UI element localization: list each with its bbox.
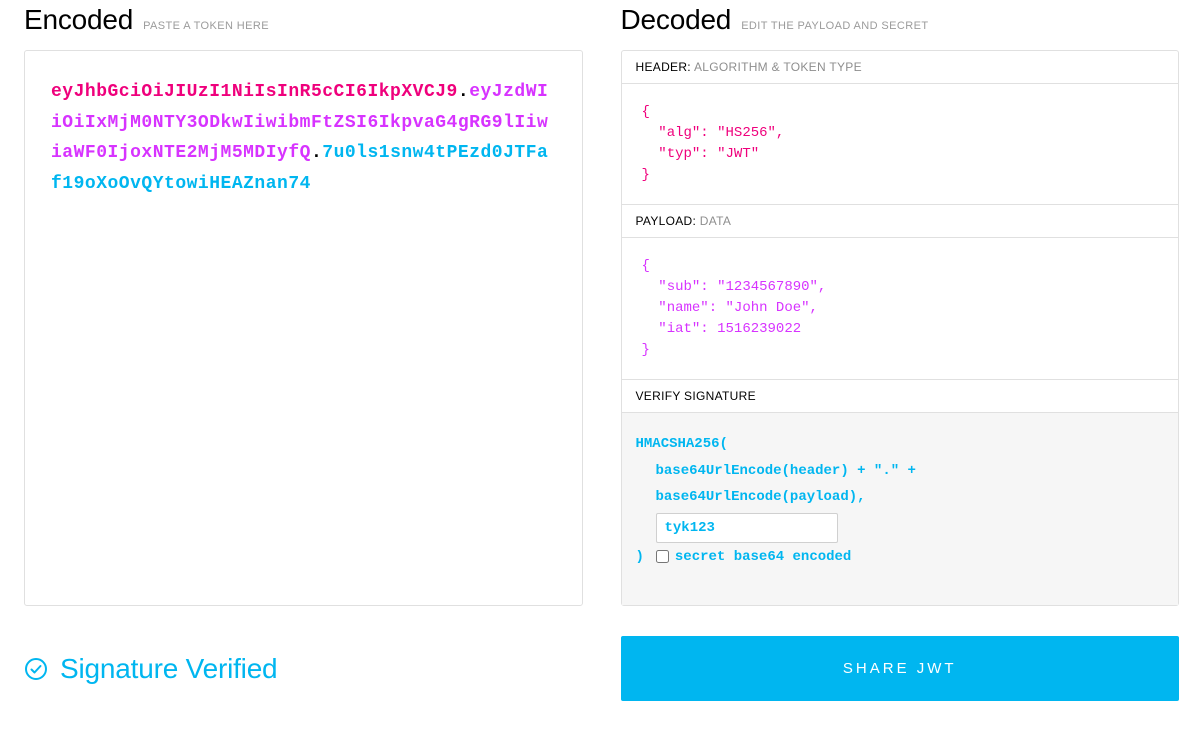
token-dot-1: . (458, 82, 469, 102)
decoded-signature-body: HMACSHA256( base64UrlEncode(header) + ".… (622, 413, 1179, 605)
header-label-primary: HEADER: (636, 60, 691, 74)
decoded-payload-label: PAYLOAD: DATA (622, 204, 1179, 238)
sig-line-open: HMACSHA256( (636, 431, 1165, 458)
decoded-title: Decoded (621, 4, 732, 36)
share-jwt-button[interactable]: SHARE JWT (621, 636, 1180, 701)
sig-close-paren: ) (636, 549, 644, 565)
payload-label-secondary: DATA (700, 214, 731, 228)
payload-label-primary: PAYLOAD: (636, 214, 697, 228)
sig-line-payload: base64UrlEncode(payload), (636, 484, 1165, 511)
signature-verified-block: Signature Verified (24, 653, 583, 685)
decoded-payload-json[interactable]: { "sub": "1234567890", "name": "John Doe… (622, 238, 1179, 379)
decoded-hint: EDIT THE PAYLOAD AND SECRET (741, 20, 928, 32)
checkmark-circle-icon (24, 657, 48, 681)
encoded-hint: PASTE A TOKEN HERE (143, 20, 269, 32)
token-header-segment: eyJhbGciOiJIUzI1NiIsInR5cCI6IkpXVCJ9 (51, 82, 458, 102)
encoded-title: Encoded (24, 4, 133, 36)
secret-base64-checkbox[interactable] (656, 550, 669, 563)
encoded-token-box[interactable]: eyJhbGciOiJIUzI1NiIsInR5cCI6IkpXVCJ9.eyJ… (24, 50, 583, 606)
secret-input[interactable] (656, 513, 838, 543)
decoded-header-json[interactable]: { "alg": "HS256", "typ": "JWT" } (622, 84, 1179, 204)
decoded-header-label: HEADER: ALGORITHM & TOKEN TYPE (622, 51, 1179, 84)
sig-line-header: base64UrlEncode(header) + "." + (636, 458, 1165, 485)
signature-verified-text: Signature Verified (60, 653, 277, 685)
header-label-secondary: ALGORITHM & TOKEN TYPE (694, 60, 862, 74)
decoded-signature-label: VERIFY SIGNATURE (622, 379, 1179, 413)
token-dot-2: . (311, 143, 322, 163)
decoded-box: HEADER: ALGORITHM & TOKEN TYPE { "alg": … (621, 50, 1180, 606)
secret-base64-label: secret base64 encoded (675, 549, 851, 565)
